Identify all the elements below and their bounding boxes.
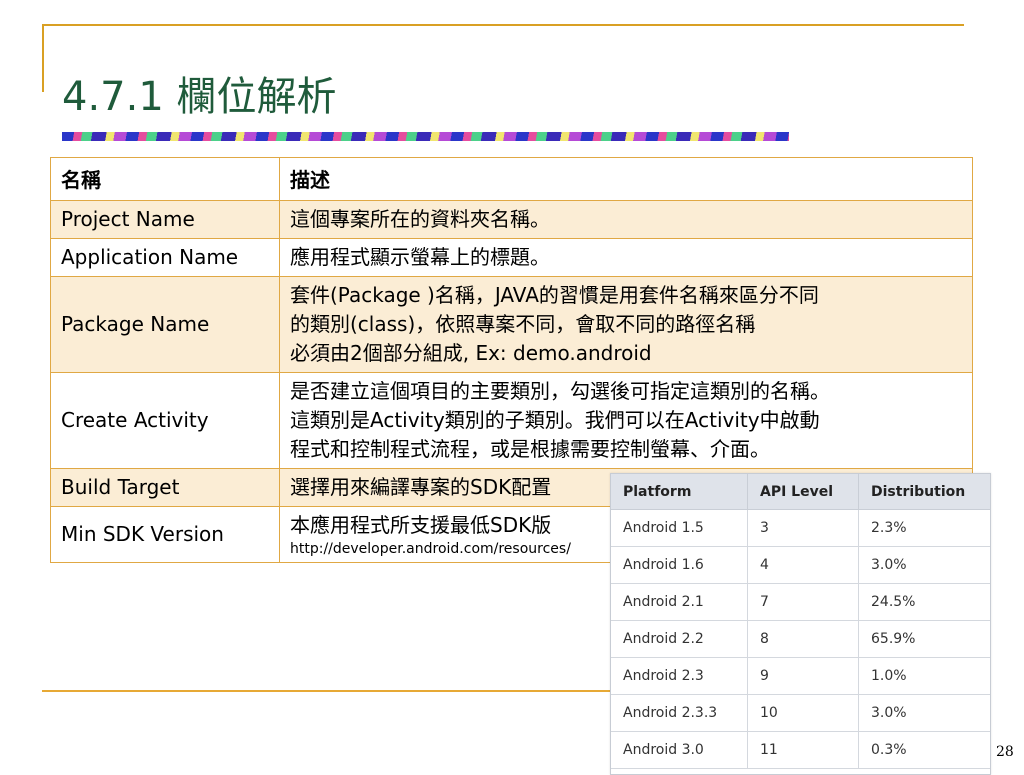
field-description: 應用程式顯示螢幕上的標題。 <box>279 238 973 277</box>
description-line: 程式和控制程式流程，或是根據需要控制螢幕、介面。 <box>290 437 770 461</box>
api-level-cell: 7 <box>747 583 859 621</box>
description-line: 這類別是Activity類別的子類別。我們可以在Activity中啟動 <box>290 408 820 432</box>
table-row: Android 1.6 4 3.0% <box>611 546 990 584</box>
table-row: Android 2.3.3 10 3.0% <box>611 694 990 732</box>
header-name: 名稱 <box>50 157 280 201</box>
field-name: Application Name <box>50 238 280 277</box>
distribution-cell: 1.0% <box>858 657 990 695</box>
header-distribution: Distribution <box>858 474 990 510</box>
distribution-cell: 3.0% <box>858 546 990 584</box>
distribution-cell: 3.0% <box>858 694 990 732</box>
frame-top-rule <box>42 24 964 26</box>
field-name: Create Activity <box>50 372 280 469</box>
platform-cell: Android 1.6 <box>611 546 748 584</box>
description-line: 套件(Package )名稱，JAVA的習慣是用套件名稱來區分不同 <box>290 283 819 307</box>
field-table-header-row: 名稱 描述 <box>50 157 973 201</box>
api-level-cell: 4 <box>747 546 859 584</box>
field-name: Package Name <box>50 276 280 373</box>
distribution-cell: 2.3% <box>858 509 990 547</box>
table-row: Android 2.3 9 1.0% <box>611 657 990 695</box>
header-api-level: API Level <box>747 474 859 510</box>
platform-cell: Android 1.5 <box>611 509 748 547</box>
field-name: Project Name <box>50 200 280 239</box>
description-line: 本應用程式所支援最低SDK版 <box>290 513 552 537</box>
frame-left-rule <box>42 24 44 92</box>
table-row: Package Name 套件(Package )名稱，JAVA的習慣是用套件名… <box>50 276 973 373</box>
table-row: Project Name 這個專案所在的資料夾名稱。 <box>50 200 973 239</box>
api-level-cell: 11 <box>747 731 859 769</box>
sdk-distribution-table: Platform API Level Distribution Android … <box>611 474 990 769</box>
description-line: 應用程式顯示螢幕上的標題。 <box>290 245 550 269</box>
api-level-cell: 10 <box>747 694 859 732</box>
distribution-cell: 24.5% <box>858 583 990 621</box>
header-description: 描述 <box>279 157 973 201</box>
api-level-cell: 3 <box>747 509 859 547</box>
platform-cell: Android 2.3 <box>611 657 748 695</box>
page-number: 28 <box>996 744 1014 760</box>
api-level-cell: 9 <box>747 657 859 695</box>
description-line: 的類別(class)，依照專案不同，會取不同的路徑名稱 <box>290 312 756 336</box>
description-line: 是否建立這個項目的主要類別，勾選後可指定這類別的名稱。 <box>290 379 830 403</box>
platform-cell: Android 3.0 <box>611 731 748 769</box>
description-line: 選擇用來編譯專案的SDK配置 <box>290 475 552 499</box>
decorative-stripe <box>62 132 789 141</box>
field-description: 套件(Package )名稱，JAVA的習慣是用套件名稱來區分不同 的類別(cl… <box>279 276 973 373</box>
field-name: Build Target <box>50 468 280 507</box>
distribution-cell: 0.3% <box>858 731 990 769</box>
description-line: 必須由2個部分組成, Ex: demo.android <box>290 341 652 365</box>
slide-title: 4.7.1 欄位解析 <box>62 74 337 120</box>
table-row: Android 3.0 11 0.3% <box>611 731 990 769</box>
header-platform: Platform <box>611 474 748 510</box>
field-name: Min SDK Version <box>50 506 280 563</box>
table-row: Android 2.2 8 65.9% <box>611 620 990 658</box>
table-row: Android 2.1 7 24.5% <box>611 583 990 621</box>
description-line: 這個專案所在的資料夾名稱。 <box>290 207 550 231</box>
table-row: Application Name 應用程式顯示螢幕上的標題。 <box>50 238 973 277</box>
api-level-cell: 8 <box>747 620 859 658</box>
sdk-table-header-row: Platform API Level Distribution <box>611 474 990 510</box>
platform-cell: Android 2.2 <box>611 620 748 658</box>
table-row: Create Activity 是否建立這個項目的主要類別，勾選後可指定這類別的… <box>50 372 973 469</box>
platform-cell: Android 2.3.3 <box>611 694 748 732</box>
field-description: 這個專案所在的資料夾名稱。 <box>279 200 973 239</box>
sdk-distribution-popup: Platform API Level Distribution Android … <box>610 473 991 775</box>
table-row: Android 1.5 3 2.3% <box>611 509 990 547</box>
field-description: 是否建立這個項目的主要類別，勾選後可指定這類別的名稱。 這類別是Activity… <box>279 372 973 469</box>
platform-cell: Android 2.1 <box>611 583 748 621</box>
distribution-cell: 65.9% <box>858 620 990 658</box>
